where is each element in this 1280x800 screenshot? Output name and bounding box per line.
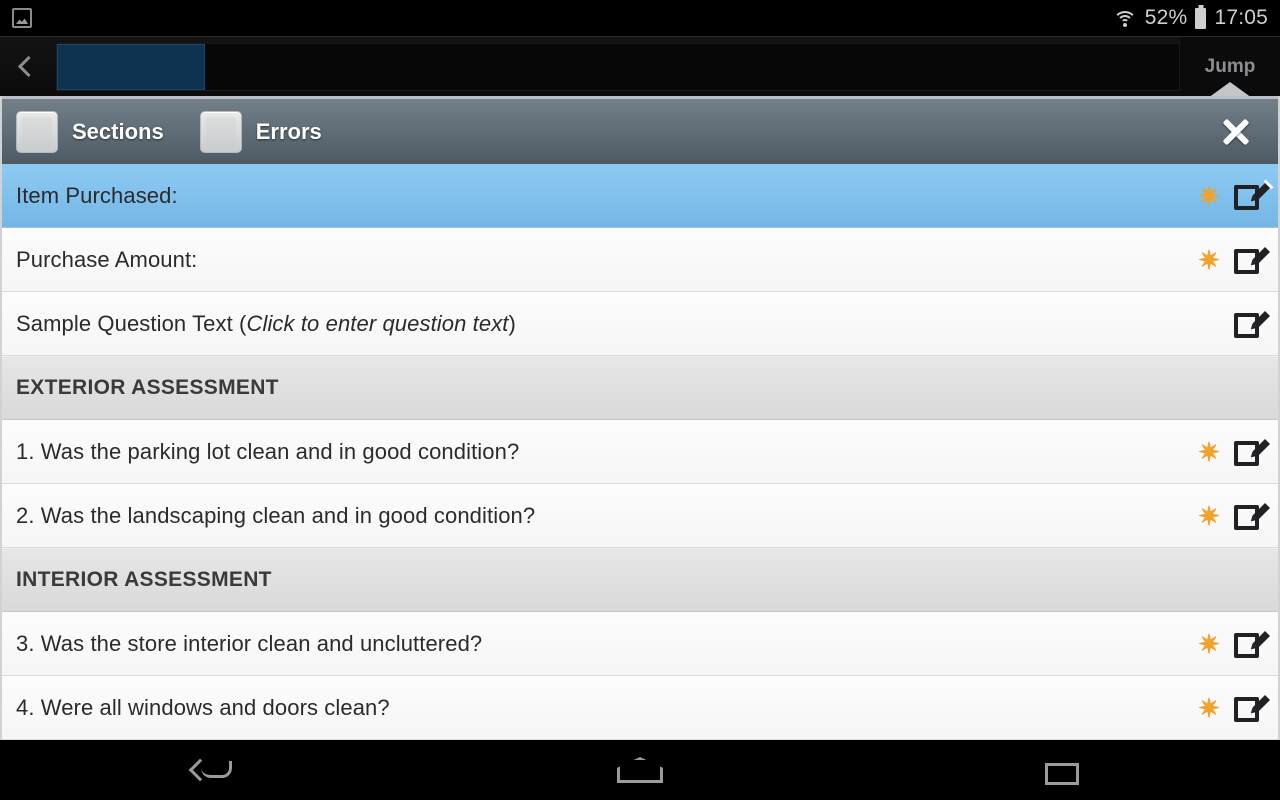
list-item-label: 2. Was the landscaping clean and in good… bbox=[16, 503, 535, 529]
nav-back-button[interactable] bbox=[153, 740, 273, 800]
sections-checkbox-icon[interactable] bbox=[16, 110, 58, 153]
list-item-text: Purchase Amount: bbox=[16, 246, 198, 272]
jump-panel-header: Sections Errors bbox=[2, 96, 1278, 164]
list-item-label: 3. Was the store interior clean and uncl… bbox=[16, 631, 482, 657]
android-status-bar: 52% 17:05 bbox=[0, 0, 1280, 36]
list-item-actions: ✷ bbox=[1198, 309, 1278, 339]
errors-toggle[interactable]: Errors bbox=[199, 110, 322, 153]
list-item-text: 4. Were all windows and doors clean? bbox=[16, 694, 390, 720]
status-bar-clock: 17:05 bbox=[1214, 6, 1268, 29]
list-item-text: 2. Was the landscaping clean and in good… bbox=[16, 502, 536, 528]
list-item-actions: ✷ bbox=[1198, 629, 1278, 659]
nav-recents-icon bbox=[1044, 755, 1089, 785]
list-item-actions: ✷ bbox=[1198, 181, 1278, 211]
nav-home-icon bbox=[616, 757, 663, 783]
form-tab-strip[interactable] bbox=[56, 42, 1180, 91]
required-asterisk-icon: ✷ bbox=[1198, 180, 1220, 211]
edit-icon[interactable] bbox=[1234, 309, 1271, 339]
back-button[interactable] bbox=[0, 37, 56, 97]
list-item-actions: ✷ bbox=[1198, 437, 1278, 467]
nav-home-button[interactable] bbox=[580, 740, 700, 800]
back-chevron-icon bbox=[17, 55, 39, 78]
section-header-label: INTERIOR ASSESSMENT bbox=[16, 568, 272, 591]
edit-icon[interactable] bbox=[1234, 693, 1271, 723]
close-icon[interactable] bbox=[1216, 112, 1256, 152]
list-item[interactable]: 3. Was the store interior clean and uncl… bbox=[2, 612, 1278, 676]
status-bar-notifications bbox=[0, 8, 32, 28]
list-item-text: 1. Was the parking lot clean and in good… bbox=[16, 438, 520, 464]
list-item-label: 1. Was the parking lot clean and in good… bbox=[16, 439, 519, 465]
jump-panel: Sections Errors Item Purchased: ✷ Purchase… bbox=[0, 96, 1280, 740]
wifi-icon bbox=[1112, 9, 1137, 27]
section-header-label: EXTERIOR ASSESSMENT bbox=[16, 376, 279, 399]
list-item-label: Purchase Amount: bbox=[16, 247, 197, 273]
nav-recents-button[interactable] bbox=[1007, 740, 1127, 800]
android-nav-bar bbox=[0, 740, 1280, 800]
sections-toggle-label: Sections bbox=[72, 118, 164, 144]
edit-icon[interactable] bbox=[1234, 437, 1271, 467]
list-item[interactable]: 2. Was the landscaping clean and in good… bbox=[2, 484, 1278, 548]
required-asterisk-icon: ✷ bbox=[1198, 628, 1220, 659]
battery-icon bbox=[1195, 7, 1207, 29]
required-asterisk-icon: ✷ bbox=[1198, 436, 1220, 467]
section-header: EXTERIOR ASSESSMENT bbox=[2, 356, 1278, 420]
app-bar: Jump bbox=[0, 36, 1280, 98]
list-item-actions: ✷ bbox=[1198, 501, 1278, 531]
errors-checkbox-icon[interactable] bbox=[199, 110, 242, 153]
list-item-text-tail: ) bbox=[508, 310, 516, 336]
edit-icon[interactable] bbox=[1234, 245, 1271, 275]
section-header: INTERIOR ASSESSMENT bbox=[2, 548, 1278, 612]
list-item-label: 4. Were all windows and doors clean? bbox=[16, 695, 390, 721]
list-item[interactable]: 4. Were all windows and doors clean? ✷ bbox=[2, 676, 1278, 740]
list-item-text: Item Purchased: bbox=[16, 182, 178, 208]
required-asterisk-icon: ✷ bbox=[1198, 692, 1220, 723]
edit-icon[interactable] bbox=[1234, 181, 1271, 211]
sections-toggle[interactable]: Sections bbox=[16, 110, 164, 153]
list-item[interactable]: 1. Was the parking lot clean and in good… bbox=[2, 420, 1278, 484]
list-item-text: 3. Was the store interior clean and uncl… bbox=[16, 630, 483, 656]
battery-percent-label: 52% bbox=[1144, 6, 1188, 29]
list-item-text: Sample Question Text ( bbox=[16, 310, 247, 336]
nav-back-icon bbox=[192, 756, 234, 784]
required-asterisk-icon: ✷ bbox=[1198, 244, 1220, 275]
list-item[interactable]: Sample Question Text (Click to enter que… bbox=[2, 292, 1278, 356]
list-item-label: Item Purchased: bbox=[16, 183, 178, 209]
jump-button-label: Jump bbox=[1204, 55, 1256, 77]
jump-list: Item Purchased: ✷ Purchase Amount: ✷ Sample … bbox=[2, 164, 1278, 740]
list-item[interactable]: Purchase Amount: ✷ bbox=[2, 228, 1278, 292]
status-bar-system-icons: 52% 17:05 bbox=[1112, 6, 1280, 30]
list-item[interactable]: Item Purchased: ✷ bbox=[2, 164, 1278, 228]
edit-icon[interactable] bbox=[1234, 629, 1271, 659]
list-item-actions: ✷ bbox=[1198, 693, 1278, 723]
list-item-label: Sample Question Text (Click to enter que… bbox=[16, 311, 516, 337]
list-item-hint-text: Click to enter question text bbox=[246, 310, 509, 336]
required-asterisk-icon: ✷ bbox=[1198, 500, 1220, 531]
list-item-actions: ✷ bbox=[1198, 245, 1278, 275]
screenshot-icon bbox=[12, 8, 32, 28]
tab-active-indicator[interactable] bbox=[57, 43, 205, 90]
jump-button[interactable]: Jump bbox=[1180, 36, 1280, 98]
edit-icon[interactable] bbox=[1234, 501, 1271, 531]
errors-toggle-label: Errors bbox=[255, 118, 322, 144]
